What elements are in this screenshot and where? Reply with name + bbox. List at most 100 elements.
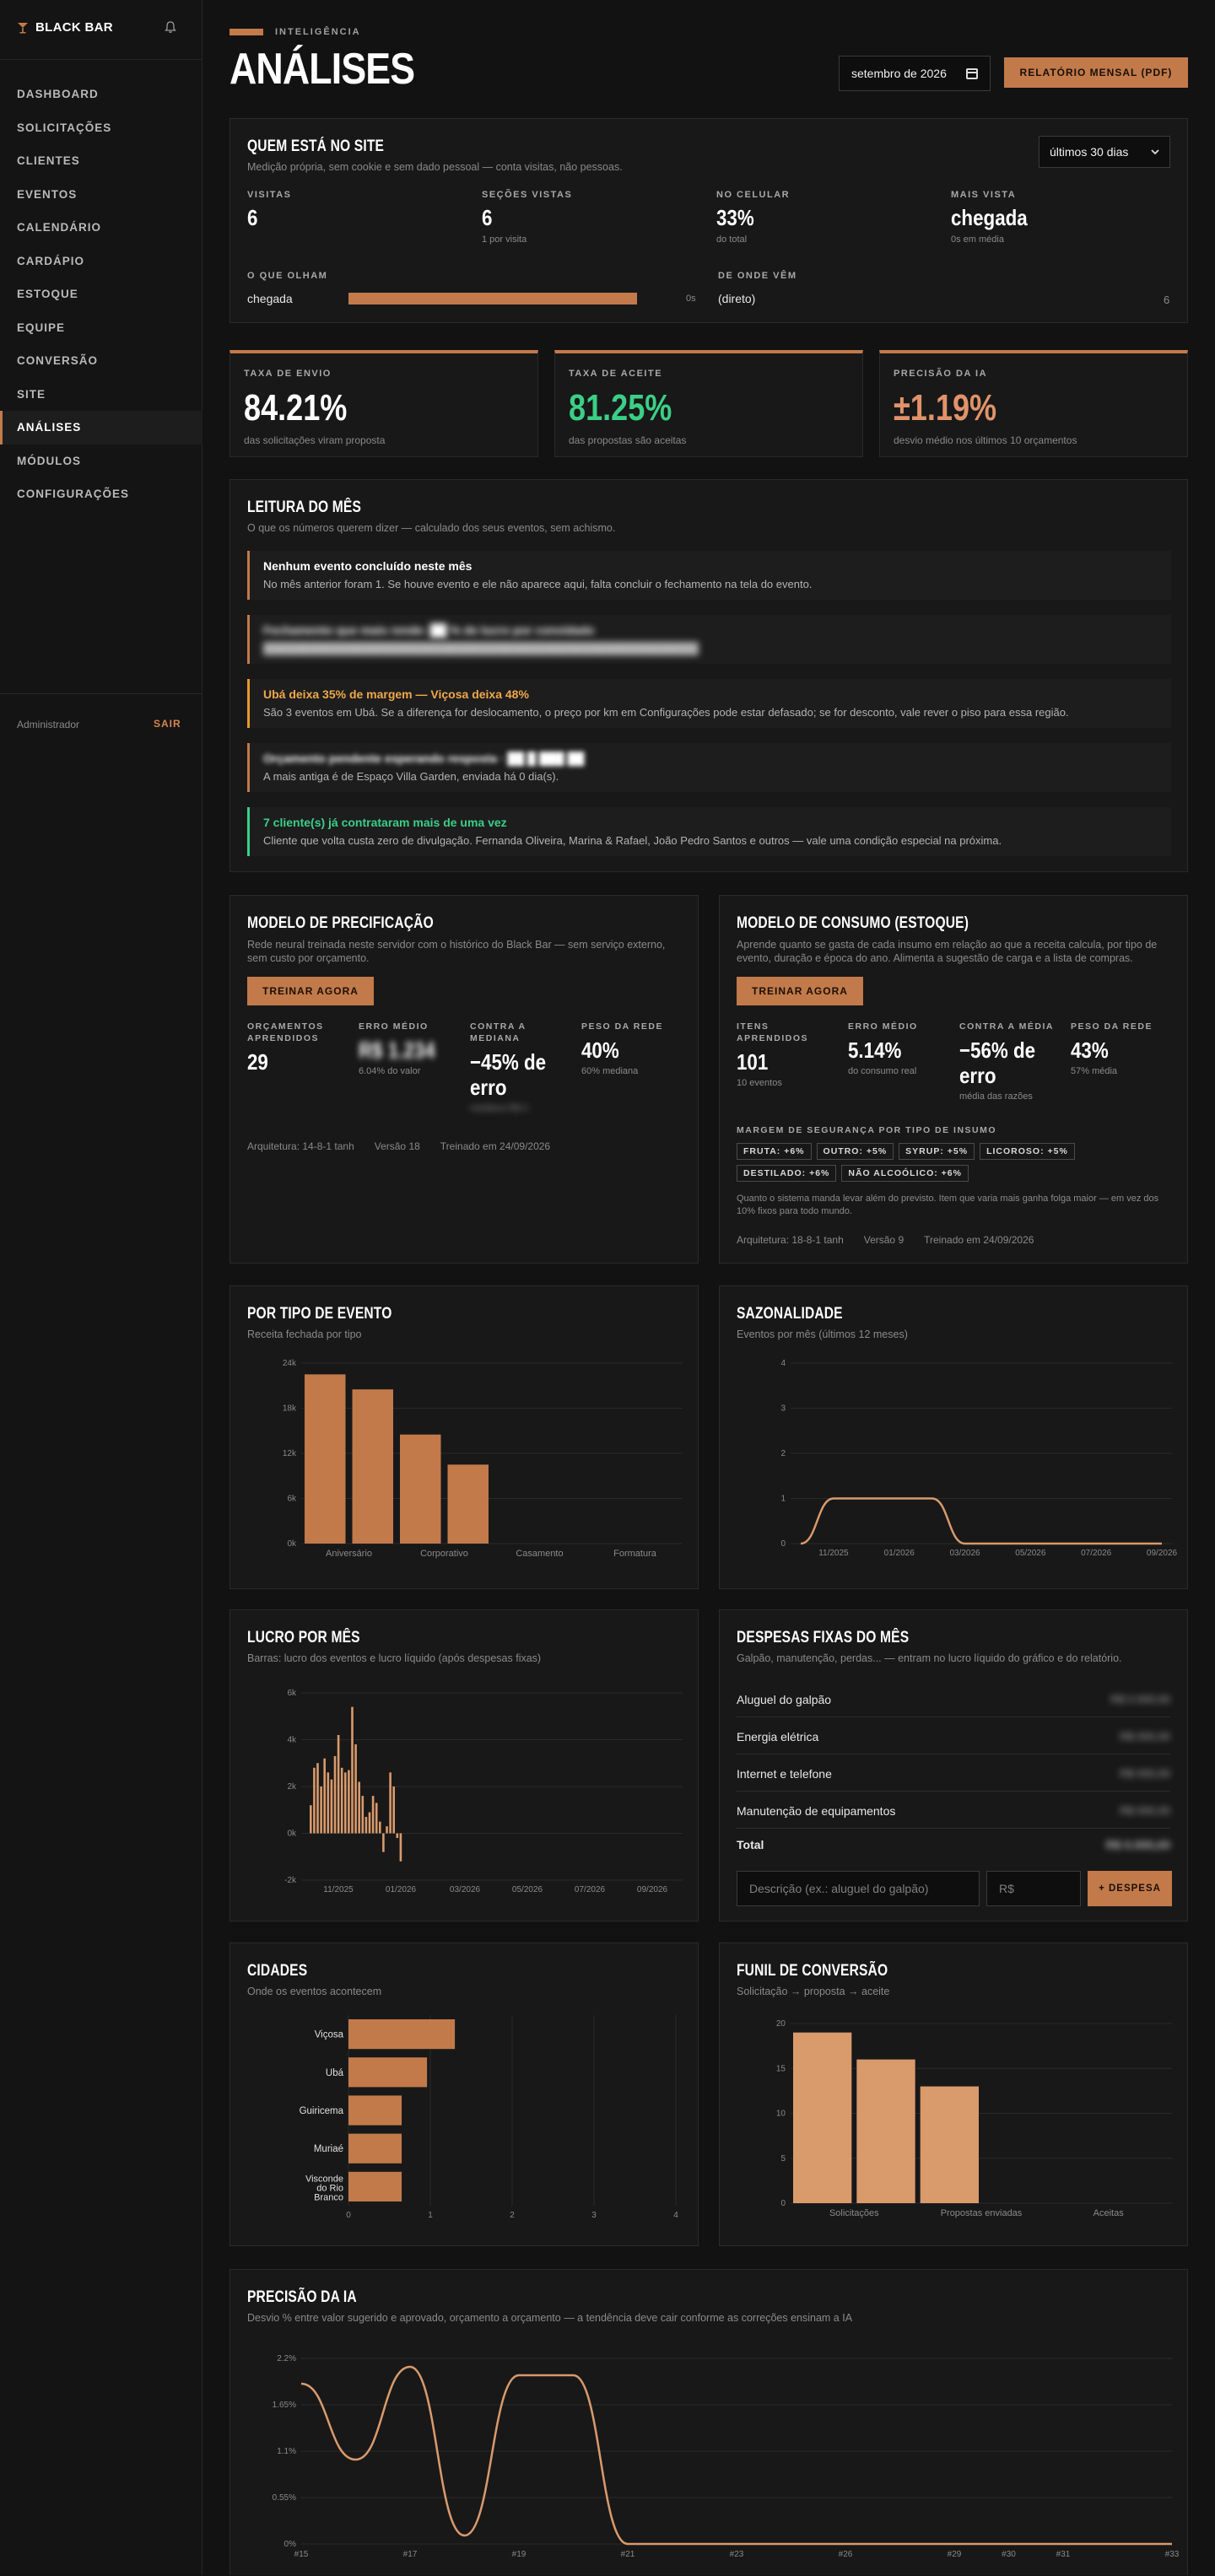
model-stat: PESO DA REDE 43% 57% média — [1071, 1021, 1177, 1076]
profit-bar[interactable] — [361, 1796, 364, 1834]
profit-bar[interactable] — [382, 1833, 385, 1852]
city-bar[interactable] — [348, 2171, 402, 2201]
city-bar[interactable] — [348, 2095, 402, 2126]
notifications-button[interactable] — [164, 20, 177, 38]
nav-item-9[interactable]: SITE — [0, 378, 202, 412]
stat-label: VISITAS — [247, 190, 292, 200]
nav-item-10[interactable]: ANÁLISES — [0, 411, 202, 445]
stat-label: NO CELULAR — [716, 190, 791, 200]
x-tick-label: Corporativo — [420, 1549, 468, 1559]
range-select[interactable]: últimos 30 dias — [1039, 136, 1170, 168]
funnel-title: FUNIL DE CONVERSÃO — [737, 1962, 888, 1980]
nav-item-3[interactable]: EVENTOS — [0, 178, 202, 212]
eyebrow-label: INTELIGÊNCIA — [275, 27, 361, 37]
event-bar[interactable] — [447, 1464, 489, 1544]
profit-bar[interactable] — [399, 1833, 402, 1862]
nav-item-8[interactable]: CONVERSÃO — [0, 344, 202, 378]
nav-item-0[interactable]: DASHBOARD — [0, 78, 202, 111]
profit-bar[interactable] — [344, 1772, 347, 1834]
expense-divider — [737, 1828, 1170, 1829]
model-stat-value: 5.14% — [848, 1037, 902, 1063]
profit-bar[interactable] — [327, 1772, 330, 1834]
y-tick-label: 5 — [780, 2154, 786, 2164]
kpi-note: das propostas são aceitas — [569, 434, 687, 446]
profit-bar[interactable] — [323, 1758, 326, 1834]
profit-bar[interactable] — [313, 1767, 316, 1834]
profit-bar[interactable] — [354, 1744, 357, 1834]
profit-bar[interactable] — [351, 1706, 354, 1834]
kpi-note: das solicitações viram proposta — [244, 434, 386, 446]
from-label: DE ONDE VÊM — [718, 271, 797, 281]
profit-bar[interactable] — [358, 1781, 360, 1834]
city-bar[interactable] — [348, 2057, 428, 2088]
funnel-bar[interactable] — [793, 2032, 852, 2203]
city-bar[interactable] — [348, 2133, 402, 2164]
nav-item-12[interactable]: CONFIGURAÇÕES — [0, 477, 202, 511]
looked-value: 0s — [686, 294, 696, 304]
x-tick-label: #19 — [512, 2550, 526, 2559]
train-consumption-button[interactable]: TREINAR AGORA — [737, 977, 863, 1005]
y-tick-label: 0k — [287, 1539, 297, 1549]
train-pricing-button[interactable]: TREINAR AGORA — [247, 977, 374, 1005]
profit-bar[interactable] — [371, 1796, 375, 1834]
margin-chip: OUTRO: +5% — [816, 1143, 894, 1160]
visitor-stat: NO CELULAR 33% do total — [716, 190, 790, 245]
sidebar-divider — [0, 693, 202, 694]
city-bar[interactable] — [348, 2019, 456, 2050]
expense-value-placeholder: R$ — [999, 1882, 1014, 1895]
profit-bar[interactable] — [340, 1767, 343, 1834]
profit-bar[interactable] — [392, 1786, 395, 1834]
stat-value: chegada — [951, 205, 1028, 230]
nav-item-6[interactable]: ESTOQUE — [0, 278, 202, 311]
funnel-bar[interactable] — [920, 2086, 979, 2203]
x-tick-label: #23 — [730, 2550, 744, 2559]
y-tick-label: 0.55% — [273, 2493, 296, 2503]
margin-chips: FRUTA: +6% OUTRO: +5% SYRUP: +5% LICOROSO: … — [737, 1143, 1175, 1187]
add-expense-button[interactable]: + DESPESA — [1088, 1871, 1172, 1906]
expense-description-input[interactable]: Descrição (ex.: aluguel do galpão) — [737, 1871, 980, 1906]
insight-body: Cliente que volta custa zero de divulgaç… — [263, 834, 1002, 847]
nav-item-1[interactable]: SOLICITAÇÕES — [0, 111, 202, 145]
nav-item-11[interactable]: MÓDULOS — [0, 445, 202, 478]
insight-item: 7 cliente(s) já contrataram mais de uma … — [247, 807, 1171, 856]
event-bar[interactable] — [305, 1374, 346, 1544]
kpi-card: TAXA DE ACEITE 81.25% das propostas são ac… — [554, 350, 863, 457]
profit-bar[interactable] — [368, 1812, 371, 1834]
month-value: setembro de 2026 — [851, 67, 947, 80]
stat-value: 6 — [482, 205, 493, 230]
profit-bar[interactable] — [396, 1833, 399, 1839]
y-tick-label: 6k — [287, 1689, 297, 1698]
profit-bar[interactable] — [386, 1826, 388, 1834]
profit-bar[interactable] — [337, 1734, 340, 1834]
profit-bar[interactable] — [320, 1786, 322, 1834]
cocktail-icon — [18, 22, 28, 33]
profit-bar[interactable] — [379, 1821, 381, 1834]
nav-item-2[interactable]: CLIENTES — [0, 144, 202, 178]
x-tick-label: 05/2026 — [512, 1885, 543, 1894]
profit-bar[interactable] — [333, 1755, 337, 1834]
monthly-report-button[interactable]: RELATÓRIO MENSAL (PDF) — [1004, 57, 1188, 88]
profit-bar[interactable] — [375, 1803, 378, 1834]
event-bar[interactable] — [352, 1389, 394, 1544]
logout-link[interactable]: SAIR — [154, 718, 181, 730]
profit-card: LUCRO POR MÊS Barras: lucro dos eventos … — [230, 1609, 699, 1921]
city-label: Muriaé — [314, 2144, 343, 2154]
brand-logo[interactable]: BLACK BAR — [17, 20, 113, 35]
looked-item: chegada — [247, 292, 293, 305]
nav-item-7[interactable]: EQUIPE — [0, 311, 202, 345]
profit-bar[interactable] — [316, 1763, 319, 1834]
funnel-bar[interactable] — [856, 2059, 915, 2203]
nav-item-5[interactable]: CARDÁPIO — [0, 245, 202, 278]
x-tick-label: Aceitas — [1094, 2208, 1125, 2218]
profit-bar[interactable] — [330, 1779, 333, 1834]
profit-bar[interactable] — [348, 1770, 350, 1834]
kpi-value: 81.25% — [569, 387, 672, 428]
profit-bar[interactable] — [389, 1772, 392, 1834]
nav-item-4[interactable]: CALENDÁRIO — [0, 211, 202, 245]
event-bar[interactable] — [400, 1434, 441, 1544]
expense-value-input[interactable]: R$ — [986, 1871, 1081, 1906]
y-tick-label: 2k — [287, 1782, 297, 1792]
profit-bar[interactable] — [310, 1805, 312, 1834]
month-picker[interactable]: setembro de 2026 — [839, 56, 991, 91]
profit-bar[interactable] — [364, 1817, 368, 1834]
